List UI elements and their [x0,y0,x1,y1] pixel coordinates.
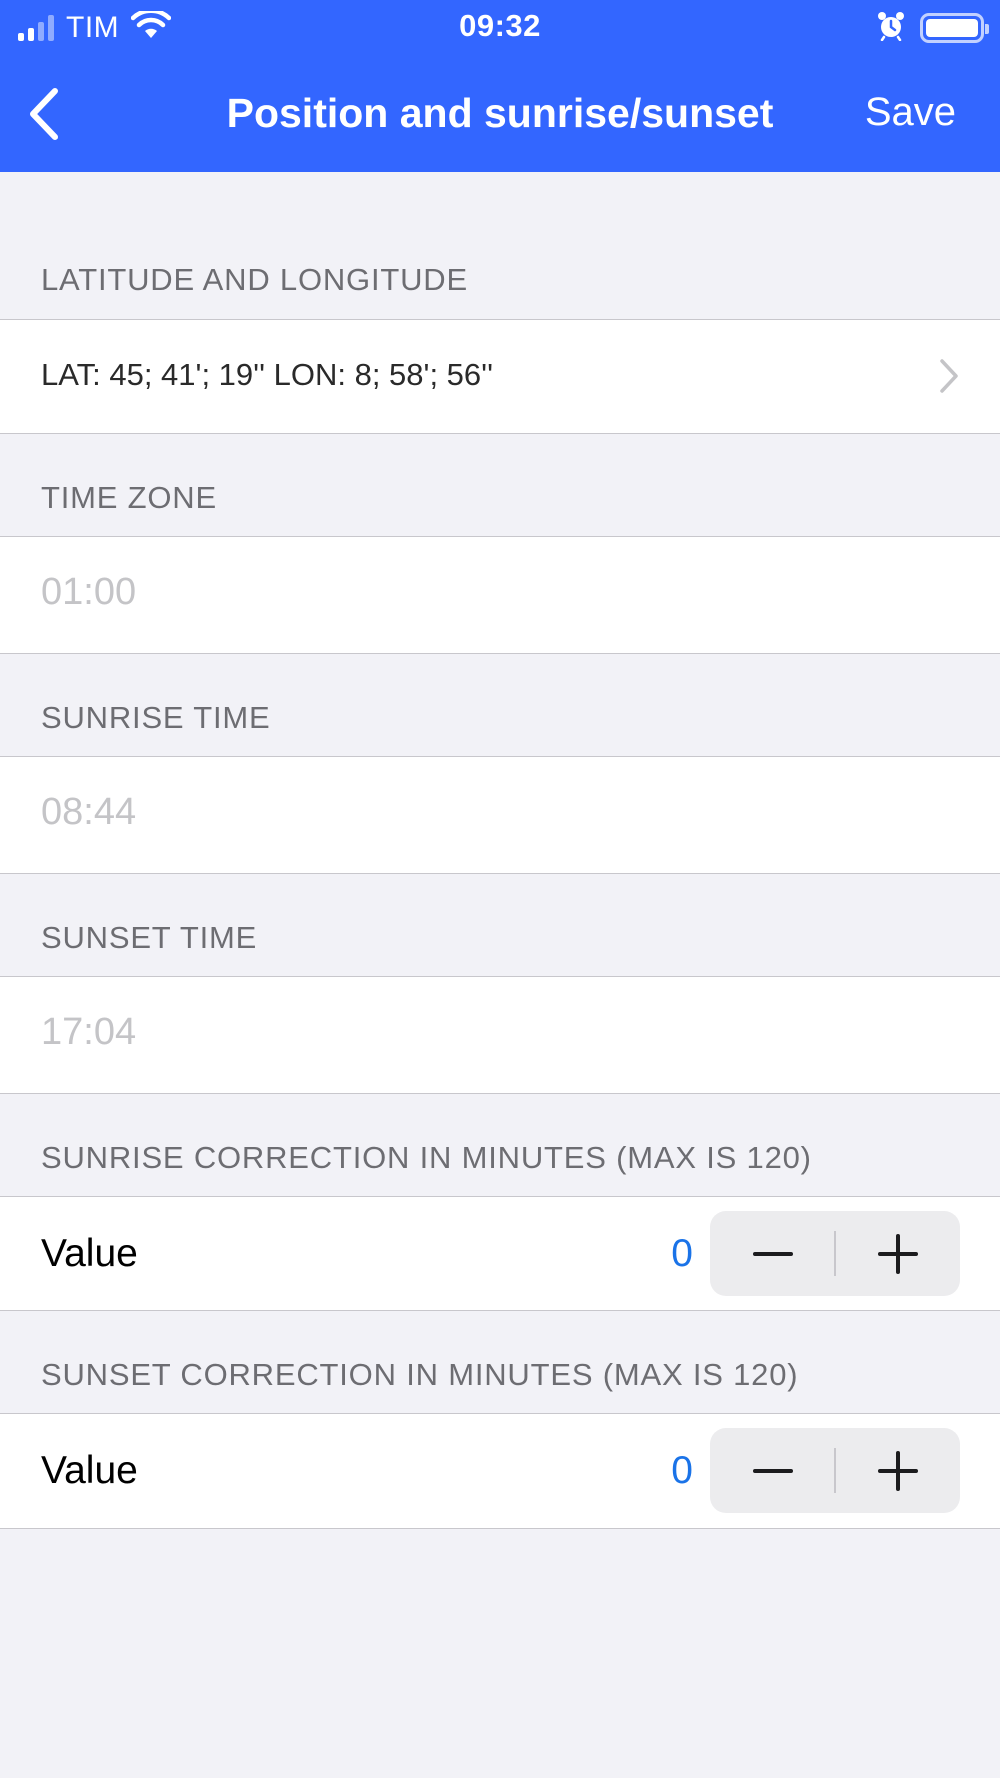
status-time: 09:32 [459,8,541,43]
save-button[interactable]: Save [865,90,956,135]
nav-bar: Position and sunrise/sunset Save [0,62,1000,166]
time-zone-row[interactable]: 01:00 [0,536,1000,654]
app-header: TIM 09:32 Position and sunrise/sunset Sa… [0,0,1000,172]
plus-icon [877,1450,918,1491]
sunrise-time-field[interactable]: 08:44 [41,791,136,834]
sunrise-correction-stepper [710,1211,960,1296]
sunset-time-row[interactable]: 17:04 [0,976,1000,1094]
sunrise-time-row[interactable]: 08:44 [0,756,1000,874]
disclosure-chevron-icon [940,359,958,393]
section-header-lat-lon: LATITUDE AND LONGITUDE [41,262,468,297]
minus-icon [752,1251,793,1256]
page-title: Position and sunrise/sunset [226,90,774,136]
sunset-correction-label: Value [41,1449,138,1492]
sunset-correction-stepper [710,1428,960,1513]
time-zone-field[interactable]: 01:00 [41,571,136,614]
back-chevron-icon [30,88,58,140]
sunrise-decrement-button[interactable] [710,1211,835,1296]
lat-lon-row[interactable]: LAT: 45; 41'; 19'' LON: 8; 58'; 56'' [0,319,1000,434]
section-header-sunset-correction: SUNSET CORRECTION IN MINUTES (MAX IS 120… [41,1357,799,1392]
sunrise-correction-row: Value 0 [0,1196,1000,1311]
sunset-correction-row: Value 0 [0,1413,1000,1529]
sunset-increment-button[interactable] [835,1428,960,1513]
status-right [876,10,989,46]
plus-icon [877,1233,918,1274]
sunrise-increment-button[interactable] [835,1211,960,1296]
back-button[interactable] [18,84,68,144]
section-header-time-zone: TIME ZONE [41,480,217,515]
sunrise-correction-label: Value [41,1232,138,1275]
sunset-time-field[interactable]: 17:04 [41,1011,136,1054]
sunset-correction-value: 0 [671,1449,693,1492]
sunset-decrement-button[interactable] [710,1428,835,1513]
alarm-icon [876,11,906,46]
battery-icon [920,13,989,43]
sunrise-correction-value: 0 [671,1232,693,1275]
section-header-sunset-time: SUNSET TIME [41,920,258,955]
section-header-sunrise-time: SUNRISE TIME [41,700,271,735]
status-bar: TIM 09:32 [0,0,1000,56]
minus-icon [752,1468,793,1473]
section-header-sunrise-correction: SUNRISE CORRECTION IN MINUTES (MAX IS 12… [41,1140,812,1175]
lat-lon-value: LAT: 45; 41'; 19'' LON: 8; 58'; 56'' [41,357,493,392]
